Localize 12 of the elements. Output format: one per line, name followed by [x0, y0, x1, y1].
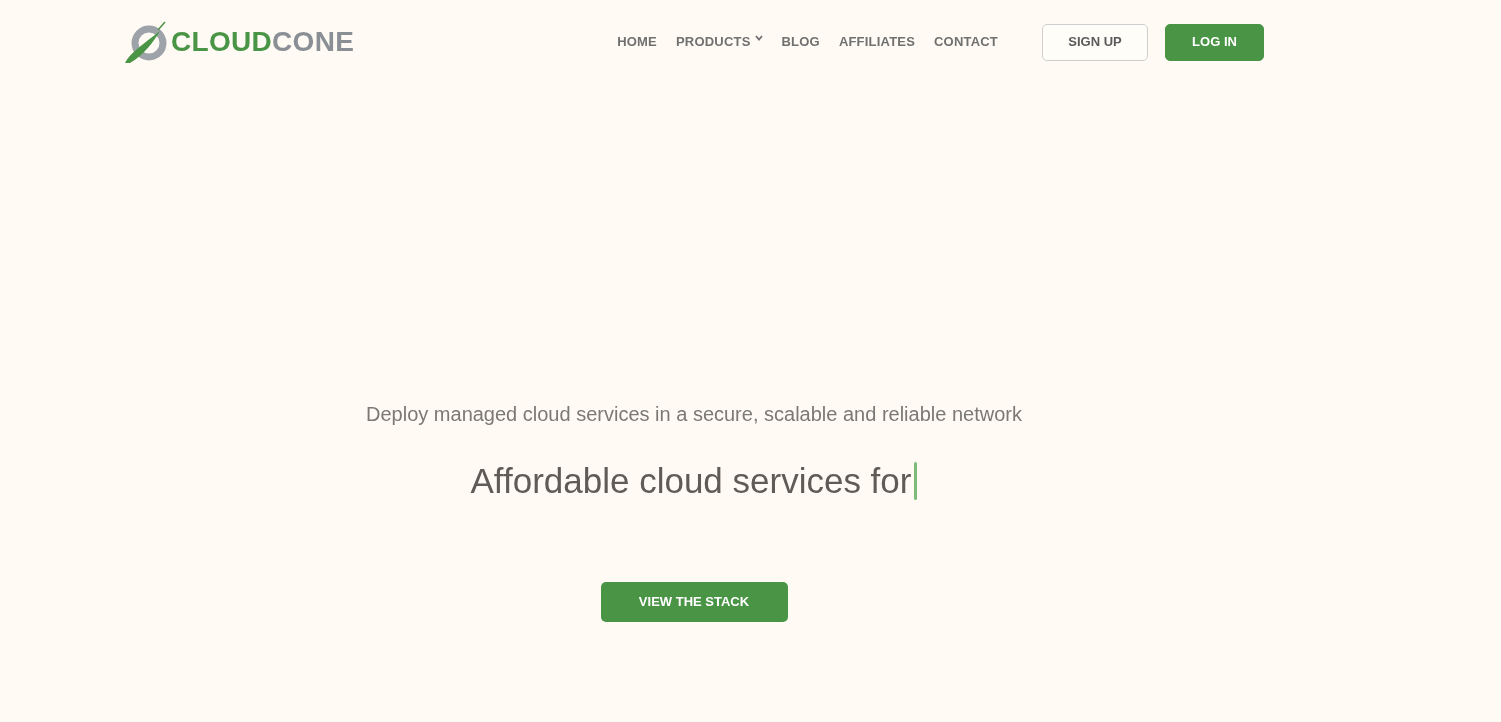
nav-link[interactable]: CONTACT: [934, 32, 998, 52]
sign-up-button[interactable]: SIGN UP: [1042, 23, 1148, 61]
log-in-button[interactable]: LOG IN: [1165, 23, 1264, 61]
logo-text: CLOUDCONE: [171, 28, 355, 56]
hero-headline: Affordable cloud services for: [470, 460, 912, 502]
hero-subtitle: Deploy managed cloud services in a secure, scalable and reliable network: [366, 402, 1022, 427]
nav-link[interactable]: AFFILIATES: [838, 32, 915, 52]
nav-link[interactable]: HOME: [617, 32, 657, 52]
chevron-down-icon: [754, 35, 763, 41]
products-menu-link[interactable]: PRODUCTS: [675, 32, 763, 52]
view-the-stack-button[interactable]: VIEW THE STACK: [600, 582, 788, 622]
nav-link[interactable]: BLOG: [781, 32, 820, 52]
